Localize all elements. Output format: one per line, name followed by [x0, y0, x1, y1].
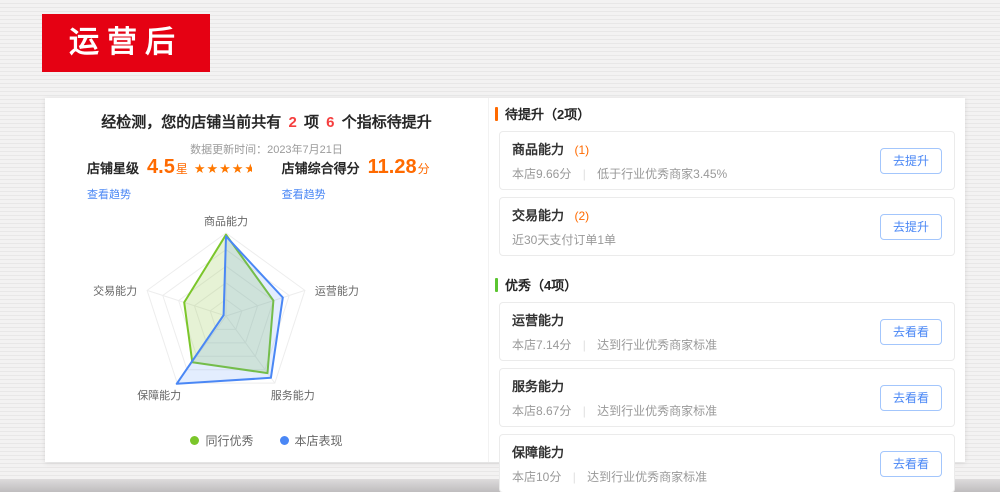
metric-description: 近30天支付订单1单 | [512, 231, 942, 248]
stats-row: 店铺星级 4.5 星 ★★★★★ 查看趋势 店铺综合得分 11.28 分 查看趋… [87, 156, 430, 203]
legend-dot-icon [190, 436, 199, 445]
star-rating-label: 店铺星级 [87, 158, 139, 177]
metric-action-button[interactable]: 去看看 [880, 319, 942, 345]
metric-description: 本店10分 | 达到行业优秀商家标准 [512, 468, 942, 485]
full-star-icons: ★★★★ [194, 161, 245, 176]
metric-card: 保障能力 本店10分 | 达到行业优秀商家标准 去看看 [499, 434, 955, 492]
composite-score-label: 店铺综合得分 [282, 158, 360, 177]
metric-description: 本店9.66分 | 低于行业优秀商家3.45% [512, 165, 942, 182]
legend-label: 本店表现 [295, 432, 343, 449]
metric-title: 保障能力 [512, 445, 564, 460]
metric-comparison-text: 达到行业优秀商家标准 [597, 338, 717, 352]
metric-comparison-text: 达到行业优秀商家标准 [587, 470, 707, 484]
metric-title: 交易能力 [512, 208, 564, 223]
radar-axis-label: 运营能力 [315, 283, 359, 297]
section-header: 优秀（4项） [495, 275, 955, 294]
legend-dot-icon [280, 436, 289, 445]
metric-score-text: 近30天支付订单1单 [512, 233, 616, 247]
metric-divider: | [583, 404, 586, 418]
legend-label: 同行优秀 [205, 432, 253, 449]
metric-card: 服务能力 本店8.67分 | 达到行业优秀商家标准 去看看 [499, 368, 955, 427]
summary-mid: 项 [304, 114, 319, 131]
metric-score-text: 本店9.66分 [512, 167, 571, 181]
metric-title: 商品能力 [512, 142, 564, 157]
metric-description: 本店8.67分 | 达到行业优秀商家标准 [512, 402, 942, 419]
metric-count: (2) [574, 209, 589, 223]
pending-indicators-count: 6 [323, 114, 337, 131]
legend-item[interactable]: 同行优秀 [190, 432, 253, 449]
metric-card: 运营能力 本店7.14分 | 达到行业优秀商家标准 去看看 [499, 302, 955, 361]
data-update-time: 数据更新时间：2023年7月21日 [45, 141, 488, 157]
summary-suffix: 个指标待提升 [342, 114, 432, 131]
capability-radar-chart: 商品能力运营能力服务能力 保障能力 交易能力 [45, 198, 488, 428]
section-color-bar-icon [495, 278, 498, 292]
shop-diagnosis-card: 经检测，您的店铺当前共有 2 项 6 个指标待提升 数据更新时间：2023年7月… [45, 98, 965, 462]
diagnosis-summary: 经检测，您的店铺当前共有 2 项 6 个指标待提升 [45, 98, 488, 132]
section-title: 待提升（2项） [505, 104, 590, 123]
radar-legend: 同行优秀 本店表现 [45, 432, 488, 449]
metric-comparison-text: 达到行业优秀商家标准 [597, 404, 717, 418]
star-rating-value: 4.5 [147, 156, 175, 179]
metric-divider: | [583, 338, 586, 352]
radar-axis-label: 交易能力 [93, 283, 137, 297]
section-header: 待提升（2项） [495, 104, 955, 123]
metric-count: (1) [574, 143, 589, 157]
metric-divider: | [583, 167, 586, 181]
indicator-sections: 待提升（2项） 商品能力 (1) 本店9.66分 | 低于行业优秀商家3.45%… [488, 98, 965, 462]
metric-card: 交易能力 (2) 近30天支付订单1单 | 去提升 [499, 197, 955, 256]
summary-prefix: 经检测，您的店铺当前共有 [101, 114, 281, 131]
metric-score-text: 本店8.67分 [512, 404, 571, 418]
metric-score-text: 本店7.14分 [512, 338, 571, 352]
metric-comparison-text: 低于行业优秀商家3.45% [597, 167, 727, 181]
pending-groups-count: 2 [285, 114, 299, 131]
star-rating-unit: 星 [176, 160, 188, 177]
metric-title: 运营能力 [512, 313, 564, 328]
section-title: 优秀（4项） [505, 275, 577, 294]
metric-description: 本店7.14分 | 达到行业优秀商家标准 [512, 336, 942, 353]
legend-item[interactable]: 本店表现 [280, 432, 343, 449]
radar-axis-label: 服务能力 [271, 388, 315, 402]
overview-panel: 经检测，您的店铺当前共有 2 项 6 个指标待提升 数据更新时间：2023年7月… [45, 98, 488, 462]
metric-action-button[interactable]: 去看看 [880, 451, 942, 477]
star-rating-block: 店铺星级 4.5 星 ★★★★★ 查看趋势 [87, 156, 252, 203]
radar-axis-label: 商品能力 [204, 214, 248, 228]
metric-title: 服务能力 [512, 379, 564, 394]
star-icons: ★★★★★ [194, 161, 252, 177]
radar-axis-label: 保障能力 [137, 388, 181, 402]
metric-action-button[interactable]: 去看看 [880, 385, 942, 411]
section-color-bar-icon [495, 107, 498, 121]
screenshot-root: 运营后 经检测，您的店铺当前共有 2 项 6 个指标待提升 数据更新时间：202… [0, 0, 1000, 492]
metric-action-button[interactable]: 去提升 [880, 214, 942, 240]
composite-score-block: 店铺综合得分 11.28 分 查看趋势 [282, 156, 430, 203]
metric-card: 商品能力 (1) 本店9.66分 | 低于行业优秀商家3.45% 去提升 [499, 131, 955, 190]
composite-score-unit: 分 [418, 160, 430, 177]
metric-action-button[interactable]: 去提升 [880, 148, 942, 174]
half-star-icon: ★ [244, 161, 251, 177]
stage-label-badge: 运营后 [42, 14, 210, 72]
composite-score-value: 11.28 [368, 156, 417, 179]
metric-score-text: 本店10分 [512, 470, 561, 484]
metric-divider: | [573, 470, 576, 484]
